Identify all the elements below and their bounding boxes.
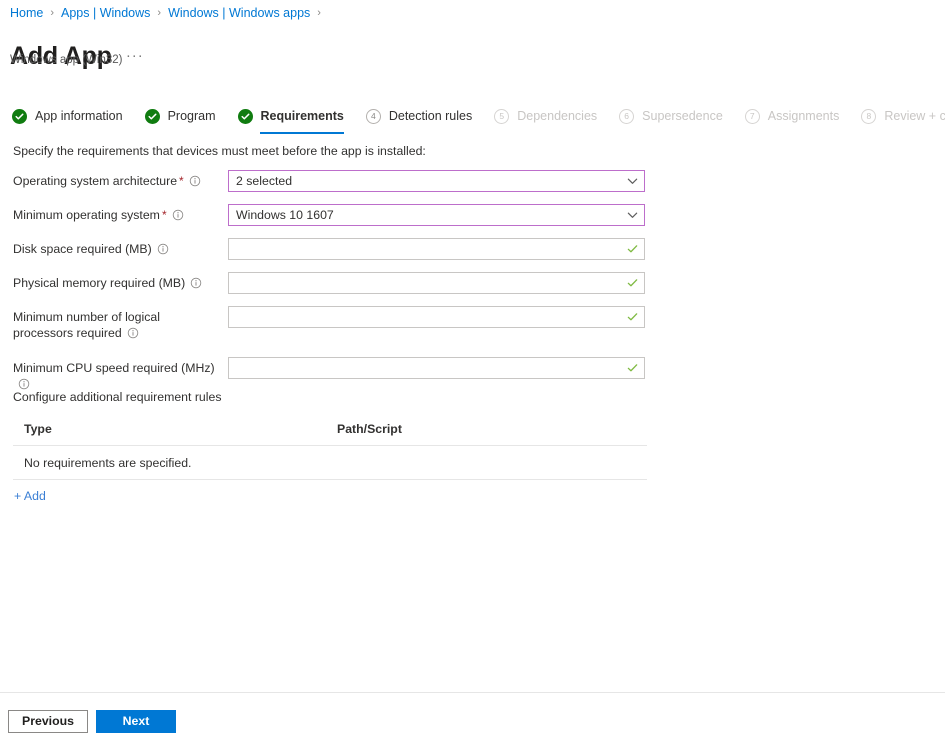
field-control-minimum-logical-processors-required [228,306,645,328]
info-icon[interactable] [127,327,139,343]
info-icon[interactable] [157,243,169,259]
requirement-rules-table: Type Path/Script No requirements are spe… [13,422,647,480]
active-step-underline [260,132,344,134]
column-header-type: Type [24,422,337,436]
wizard-step-dependencies: 5 Dependencies [494,104,597,130]
chevron-down-icon[interactable] [627,210,638,221]
dropdown-minimum-operating-system[interactable] [228,204,645,226]
breadcrumb: Home › Apps | Windows › Windows | Window… [10,4,328,22]
step-label: Review + create [884,109,945,123]
table-header-row: Type Path/Script [13,422,647,446]
step-label: Supersedence [642,109,723,123]
input-disk-space-required[interactable] [228,238,645,260]
field-label-minimum-cpu-speed-required: Minimum CPU speed required (MHz) [13,357,228,394]
add-requirement-rule-link[interactable]: + Add [14,489,46,503]
input-minimum-cpu-speed-required[interactable] [228,357,645,379]
field-label-text: Minimum operating system [13,208,160,222]
field-label-text: Minimum CPU speed required (MHz) [13,361,215,375]
next-button[interactable]: Next [96,710,176,733]
configure-additional-rules-label: Configure additional requirement rules [13,390,221,404]
table-empty-row: No requirements are specified. [13,446,647,480]
step-label: Requirements [261,109,344,123]
step-complete-check-icon [145,109,160,124]
chevron-down-icon[interactable] [627,176,638,187]
field-row-minimum-cpu-speed-required: Minimum CPU speed required (MHz) [13,357,653,394]
info-icon[interactable] [190,277,202,293]
required-asterisk-icon: * [179,174,184,188]
field-row-minimum-operating-system: Minimum operating system* [13,204,653,226]
breadcrumb-separator-icon: › [317,8,321,19]
info-icon[interactable] [172,209,184,225]
field-control-minimum-cpu-speed-required [228,357,645,379]
previous-button[interactable]: Previous [8,710,88,733]
step-label: Dependencies [517,109,597,123]
field-label-minimum-operating-system: Minimum operating system* [13,204,228,225]
field-control-disk-space-required [228,238,645,260]
field-label-disk-space-required: Disk space required (MB) [13,238,228,259]
field-control-operating-system-architecture [228,170,645,192]
input-physical-memory-required[interactable] [228,272,645,294]
wizard-step-app-information[interactable]: App information [12,104,123,130]
field-control-minimum-operating-system [228,204,645,226]
wizard-footer: Previous Next [8,710,176,733]
info-icon[interactable] [189,175,201,191]
page-subtitle: Windows app (Win32) [10,54,122,66]
step-number-badge: 7 [745,109,760,124]
wizard-step-assignments: 7 Assignments [745,104,840,130]
field-control-physical-memory-required [228,272,645,294]
requirements-form: Operating system architecture*Minimum op… [13,170,653,406]
step-complete-check-icon [238,109,253,124]
breadcrumb-item-windows-apps[interactable]: Windows | Windows apps [168,6,310,20]
step-number-badge: 5 [494,109,509,124]
step-label: Detection rules [389,109,472,123]
wizard-step-review-create: 8 Review + create [861,104,945,130]
field-label-text: Disk space required (MB) [13,242,152,256]
field-label-physical-memory-required: Physical memory required (MB) [13,272,228,293]
field-label-text: Operating system architecture [13,174,177,188]
dropdown-operating-system-architecture[interactable] [228,170,645,192]
wizard-step-detection-rules[interactable]: 4 Detection rules [366,104,472,130]
step-number-badge: 8 [861,109,876,124]
footer-divider [0,692,945,693]
breadcrumb-separator-icon: › [50,8,54,19]
breadcrumb-item-apps-windows[interactable]: Apps | Windows [61,6,150,20]
step-label: Program [168,109,216,123]
field-row-physical-memory-required: Physical memory required (MB) [13,272,653,294]
field-row-operating-system-architecture: Operating system architecture* [13,170,653,192]
column-header-path-script: Path/Script [337,422,647,436]
wizard-step-requirements[interactable]: Requirements [238,104,344,130]
required-asterisk-icon: * [162,208,167,222]
field-row-minimum-logical-processors-required: Minimum number of logical processors req… [13,306,653,343]
breadcrumb-separator-icon: › [157,8,161,19]
step-label: Assignments [768,109,840,123]
step-label: App information [35,109,123,123]
wizard-step-supersedence: 6 Supersedence [619,104,723,130]
step-number-badge: 6 [619,109,634,124]
wizard-steps: App information Program Requirements 4 Detec… [12,104,942,134]
add-app-wizard-page: Home › Apps | Windows › Windows | Window… [0,0,945,734]
wizard-step-program[interactable]: Program [145,104,216,130]
step-number-badge: 4 [366,109,381,124]
requirements-intro-text: Specify the requirements that devices mu… [13,144,426,158]
table-empty-message: No requirements are specified. [24,456,191,470]
field-label-minimum-logical-processors-required: Minimum number of logical processors req… [13,306,228,343]
field-row-disk-space-required: Disk space required (MB) [13,238,653,260]
input-minimum-logical-processors-required[interactable] [228,306,645,328]
field-label-text: Physical memory required (MB) [13,276,185,290]
more-options-icon[interactable]: ··· [126,48,144,63]
field-label-operating-system-architecture: Operating system architecture* [13,170,228,191]
breadcrumb-item-home[interactable]: Home [10,6,43,20]
step-complete-check-icon [12,109,27,124]
